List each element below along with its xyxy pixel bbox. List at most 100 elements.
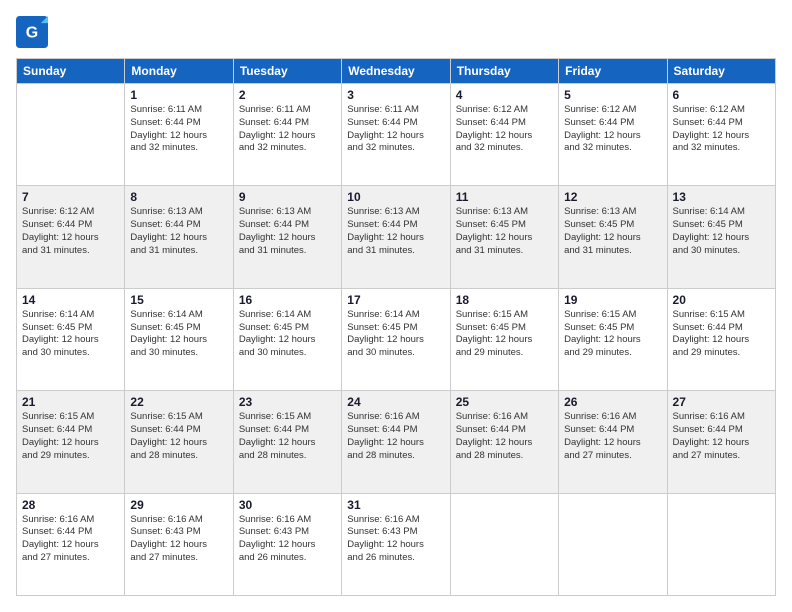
- cell-info-text: Sunrise: 6:12 AM Sunset: 6:44 PM Dayligh…: [673, 104, 770, 155]
- cell-info-text: Sunrise: 6:13 AM Sunset: 6:44 PM Dayligh…: [239, 206, 336, 257]
- cell-day-number: 6: [673, 88, 770, 102]
- cell-day-number: 1: [130, 88, 227, 102]
- weekday-header-row: SundayMondayTuesdayWednesdayThursdayFrid…: [17, 59, 776, 84]
- calendar-cell: 7 Sunrise: 6:12 AM Sunset: 6:44 PM Daylig…: [17, 186, 125, 288]
- cell-day-number: 21: [22, 395, 119, 409]
- calendar-cell: 5 Sunrise: 6:12 AM Sunset: 6:44 PM Daylig…: [559, 84, 667, 186]
- cell-day-number: 16: [239, 293, 336, 307]
- calendar-cell: 19 Sunrise: 6:15 AM Sunset: 6:45 PM Dayli…: [559, 288, 667, 390]
- calendar-cell: [17, 84, 125, 186]
- week-row-3: 14 Sunrise: 6:14 AM Sunset: 6:45 PM Dayli…: [17, 288, 776, 390]
- calendar-cell: 10 Sunrise: 6:13 AM Sunset: 6:44 PM Dayli…: [342, 186, 450, 288]
- cell-day-number: 11: [456, 190, 553, 204]
- cell-day-number: 12: [564, 190, 661, 204]
- cell-day-number: 17: [347, 293, 444, 307]
- cell-info-text: Sunrise: 6:13 AM Sunset: 6:44 PM Dayligh…: [347, 206, 444, 257]
- week-row-5: 28 Sunrise: 6:16 AM Sunset: 6:44 PM Dayli…: [17, 493, 776, 595]
- cell-day-number: 15: [130, 293, 227, 307]
- cell-day-number: 9: [239, 190, 336, 204]
- calendar-table: SundayMondayTuesdayWednesdayThursdayFrid…: [16, 58, 776, 596]
- logo-icon: G: [16, 16, 48, 48]
- calendar-cell: 15 Sunrise: 6:14 AM Sunset: 6:45 PM Dayli…: [125, 288, 233, 390]
- cell-info-text: Sunrise: 6:15 AM Sunset: 6:45 PM Dayligh…: [456, 309, 553, 360]
- cell-day-number: 23: [239, 395, 336, 409]
- cell-day-number: 10: [347, 190, 444, 204]
- cell-info-text: Sunrise: 6:14 AM Sunset: 6:45 PM Dayligh…: [22, 309, 119, 360]
- week-row-1: 1 Sunrise: 6:11 AM Sunset: 6:44 PM Daylig…: [17, 84, 776, 186]
- cell-day-number: 7: [22, 190, 119, 204]
- calendar-cell: 22 Sunrise: 6:15 AM Sunset: 6:44 PM Dayli…: [125, 391, 233, 493]
- calendar-cell: [450, 493, 558, 595]
- cell-info-text: Sunrise: 6:16 AM Sunset: 6:44 PM Dayligh…: [456, 411, 553, 462]
- weekday-header-monday: Monday: [125, 59, 233, 84]
- calendar-cell: 1 Sunrise: 6:11 AM Sunset: 6:44 PM Daylig…: [125, 84, 233, 186]
- calendar-cell: 26Sunrise: 6:16 AM Sunset: 6:44 PM Dayli…: [559, 391, 667, 493]
- cell-info-text: Sunrise: 6:16 AM Sunset: 6:43 PM Dayligh…: [239, 514, 336, 565]
- weekday-header-thursday: Thursday: [450, 59, 558, 84]
- cell-day-number: 25: [456, 395, 553, 409]
- cell-info-text: Sunrise: 6:12 AM Sunset: 6:44 PM Dayligh…: [456, 104, 553, 155]
- week-row-2: 7 Sunrise: 6:12 AM Sunset: 6:44 PM Daylig…: [17, 186, 776, 288]
- cell-day-number: 30: [239, 498, 336, 512]
- cell-info-text: Sunrise: 6:16 AM Sunset: 6:44 PM Dayligh…: [347, 411, 444, 462]
- calendar-cell: 17Sunrise: 6:14 AM Sunset: 6:45 PM Dayli…: [342, 288, 450, 390]
- cell-day-number: 14: [22, 293, 119, 307]
- calendar-cell: 20Sunrise: 6:15 AM Sunset: 6:44 PM Dayli…: [667, 288, 775, 390]
- calendar-cell: 4Sunrise: 6:12 AM Sunset: 6:44 PM Daylig…: [450, 84, 558, 186]
- cell-day-number: 24: [347, 395, 444, 409]
- calendar-cell: 30 Sunrise: 6:16 AM Sunset: 6:43 PM Dayli…: [233, 493, 341, 595]
- calendar-cell: 13 Sunrise: 6:14 AM Sunset: 6:45 PM Dayli…: [667, 186, 775, 288]
- week-row-4: 21 Sunrise: 6:15 AM Sunset: 6:44 PM Dayli…: [17, 391, 776, 493]
- calendar-cell: 24 Sunrise: 6:16 AM Sunset: 6:44 PM Dayli…: [342, 391, 450, 493]
- calendar-cell: 16 Sunrise: 6:14 AM Sunset: 6:45 PM Dayli…: [233, 288, 341, 390]
- calendar-cell: 18Sunrise: 6:15 AM Sunset: 6:45 PM Dayli…: [450, 288, 558, 390]
- cell-info-text: Sunrise: 6:15 AM Sunset: 6:45 PM Dayligh…: [564, 309, 661, 360]
- header: G: [16, 16, 776, 48]
- cell-day-number: 19: [564, 293, 661, 307]
- calendar-cell: 11 Sunrise: 6:13 AM Sunset: 6:45 PM Dayli…: [450, 186, 558, 288]
- cell-day-number: 28: [22, 498, 119, 512]
- calendar-cell: 27 Sunrise: 6:16 AM Sunset: 6:44 PM Dayli…: [667, 391, 775, 493]
- cell-info-text: Sunrise: 6:16 AM Sunset: 6:44 PM Dayligh…: [673, 411, 770, 462]
- logo: G: [16, 16, 52, 48]
- cell-info-text: Sunrise: 6:15 AM Sunset: 6:44 PM Dayligh…: [130, 411, 227, 462]
- cell-info-text: Sunrise: 6:16 AM Sunset: 6:43 PM Dayligh…: [347, 514, 444, 565]
- calendar-cell: 2 Sunrise: 6:11 AM Sunset: 6:44 PM Daylig…: [233, 84, 341, 186]
- calendar-cell: 29 Sunrise: 6:16 AM Sunset: 6:43 PM Dayli…: [125, 493, 233, 595]
- calendar-cell: 6 Sunrise: 6:12 AM Sunset: 6:44 PM Daylig…: [667, 84, 775, 186]
- cell-info-text: Sunrise: 6:14 AM Sunset: 6:45 PM Dayligh…: [239, 309, 336, 360]
- calendar-cell: 25 Sunrise: 6:16 AM Sunset: 6:44 PM Dayli…: [450, 391, 558, 493]
- weekday-header-tuesday: Tuesday: [233, 59, 341, 84]
- cell-info-text: Sunrise: 6:13 AM Sunset: 6:45 PM Dayligh…: [564, 206, 661, 257]
- cell-day-number: 29: [130, 498, 227, 512]
- cell-day-number: 13: [673, 190, 770, 204]
- calendar-cell: [559, 493, 667, 595]
- cell-day-number: 22: [130, 395, 227, 409]
- cell-info-text: Sunrise: 6:11 AM Sunset: 6:44 PM Dayligh…: [130, 104, 227, 155]
- cell-day-number: 5: [564, 88, 661, 102]
- cell-info-text: Sunrise: 6:11 AM Sunset: 6:44 PM Dayligh…: [347, 104, 444, 155]
- calendar-cell: 21Sunrise: 6:15 AM Sunset: 6:44 PM Dayli…: [17, 391, 125, 493]
- cell-info-text: Sunrise: 6:11 AM Sunset: 6:44 PM Dayligh…: [239, 104, 336, 155]
- cell-info-text: Sunrise: 6:13 AM Sunset: 6:45 PM Dayligh…: [456, 206, 553, 257]
- calendar-cell: 12 Sunrise: 6:13 AM Sunset: 6:45 PM Dayli…: [559, 186, 667, 288]
- weekday-header-sunday: Sunday: [17, 59, 125, 84]
- cell-info-text: Sunrise: 6:14 AM Sunset: 6:45 PM Dayligh…: [673, 206, 770, 257]
- cell-day-number: 2: [239, 88, 336, 102]
- cell-info-text: Sunrise: 6:14 AM Sunset: 6:45 PM Dayligh…: [130, 309, 227, 360]
- cell-day-number: 27: [673, 395, 770, 409]
- cell-info-text: Sunrise: 6:12 AM Sunset: 6:44 PM Dayligh…: [22, 206, 119, 257]
- calendar-cell: 31 Sunrise: 6:16 AM Sunset: 6:43 PM Dayli…: [342, 493, 450, 595]
- calendar-cell: 8Sunrise: 6:13 AM Sunset: 6:44 PM Daylig…: [125, 186, 233, 288]
- weekday-header-saturday: Saturday: [667, 59, 775, 84]
- calendar-cell: 14 Sunrise: 6:14 AM Sunset: 6:45 PM Dayli…: [17, 288, 125, 390]
- cell-info-text: Sunrise: 6:16 AM Sunset: 6:44 PM Dayligh…: [22, 514, 119, 565]
- cell-info-text: Sunrise: 6:16 AM Sunset: 6:43 PM Dayligh…: [130, 514, 227, 565]
- cell-day-number: 31: [347, 498, 444, 512]
- cell-info-text: Sunrise: 6:15 AM Sunset: 6:44 PM Dayligh…: [239, 411, 336, 462]
- cell-info-text: Sunrise: 6:12 AM Sunset: 6:44 PM Dayligh…: [564, 104, 661, 155]
- calendar-cell: 28 Sunrise: 6:16 AM Sunset: 6:44 PM Dayli…: [17, 493, 125, 595]
- cell-day-number: 8: [130, 190, 227, 204]
- cell-info-text: Sunrise: 6:15 AM Sunset: 6:44 PM Dayligh…: [673, 309, 770, 360]
- calendar-cell: 23 Sunrise: 6:15 AM Sunset: 6:44 PM Dayli…: [233, 391, 341, 493]
